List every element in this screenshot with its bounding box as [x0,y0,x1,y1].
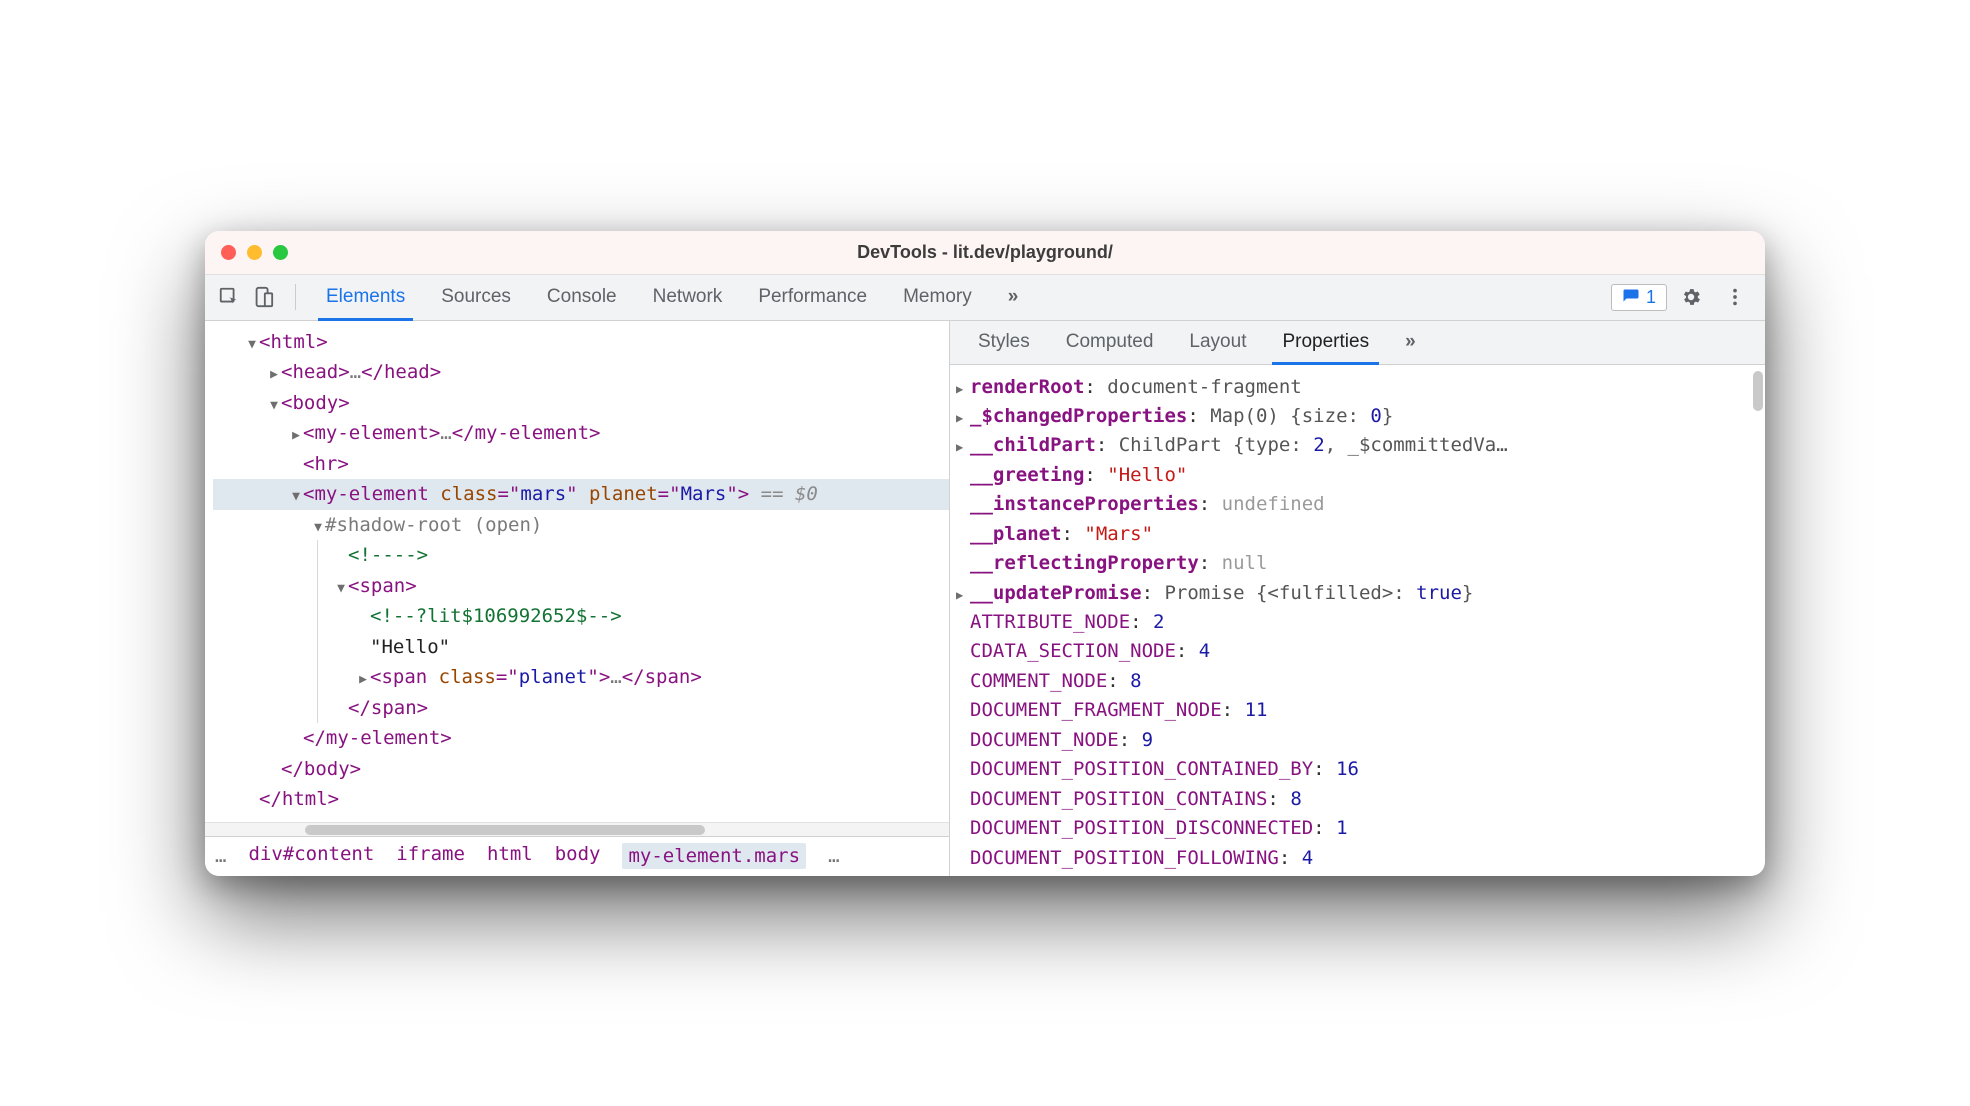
sidebar-tab-computed[interactable]: Computed [1048,321,1172,364]
property-row[interactable]: __instanceProperties: undefined [956,490,1755,519]
property-row[interactable]: ▶_$changedProperties: Map(0) {size: 0} [956,402,1755,431]
dom-node[interactable]: "Hello" [317,632,949,663]
minimize-button[interactable] [247,245,262,260]
breadcrumb-item[interactable]: div#content [248,843,374,869]
sidebar-tab-styles[interactable]: Styles [960,321,1048,364]
expand-arrow-icon[interactable]: ▶ [956,409,970,428]
breadcrumb-item[interactable]: my-element.mars [622,843,806,869]
kebab-menu-icon[interactable] [1721,283,1749,311]
expand-arrow-icon[interactable]: ▼ [311,518,325,538]
breadcrumb: … div#content iframe html body my-element.ma… [205,836,949,876]
main-toolbar: ElementsSourcesConsoleNetworkPerformance… [205,275,1765,321]
main-tabs: ElementsSourcesConsoleNetworkPerformance… [308,275,990,320]
traffic-lights [221,245,288,260]
expand-arrow-icon[interactable]: ▶ [956,438,970,457]
expand-arrow-icon[interactable]: ▼ [334,579,348,599]
sidebar-tab-layout[interactable]: Layout [1171,321,1264,364]
device-toolbar-icon[interactable] [249,283,277,311]
horizontal-scrollbar[interactable] [205,822,949,836]
titlebar: DevTools - lit.dev/playground/ [205,231,1765,275]
breadcrumb-item[interactable]: html [487,843,533,869]
expand-arrow-icon[interactable]: ▶ [267,365,281,385]
dom-node[interactable]: </html> [213,784,949,815]
property-row[interactable]: DOCUMENT_POSITION_CONTAINED_BY: 16 [956,755,1755,784]
property-row[interactable]: DOCUMENT_POSITION_FOLLOWING: 4 [956,844,1755,873]
property-row[interactable]: __reflectingProperty: null [956,549,1755,578]
close-button[interactable] [221,245,236,260]
dom-node[interactable]: ▶<my-element>…</my-element> [213,418,949,449]
property-row[interactable]: ▶renderRoot: document-fragment [956,373,1755,402]
expand-arrow-icon[interactable]: ▼ [267,396,281,416]
expand-arrow-icon[interactable]: ▶ [956,586,970,605]
property-row[interactable]: DOCUMENT_POSITION_DISCONNECTED: 1 [956,814,1755,843]
dom-node[interactable]: ▼<html> [213,327,949,358]
dom-node[interactable]: <hr> [213,449,949,480]
issues-badge[interactable]: 1 [1611,284,1667,311]
property-row[interactable]: __greeting: "Hello" [956,461,1755,490]
dom-node[interactable]: ▼#shadow-root (open) [213,510,949,541]
main-tab-memory[interactable]: Memory [885,275,990,320]
panes: ▼<html>▶<head>…</head>▼<body>▶<my-elemen… [205,321,1765,876]
inspect-icon[interactable] [215,283,243,311]
property-row[interactable]: DOCUMENT_FRAGMENT_NODE: 11 [956,696,1755,725]
dom-tree[interactable]: ▼<html>▶<head>…</head>▼<body>▶<my-elemen… [205,321,949,822]
property-row[interactable]: __planet: "Mars" [956,520,1755,549]
property-row[interactable]: DOCUMENT_NODE: 9 [956,726,1755,755]
property-row[interactable]: ▶__updatePromise: Promise {<fulfilled>: … [956,579,1755,608]
window-title: DevTools - lit.dev/playground/ [857,242,1113,263]
breadcrumb-item[interactable]: body [555,843,601,869]
sidebar-tabs: StylesComputedLayoutProperties» [950,321,1765,365]
more-tabs-chevron[interactable]: » [990,275,1037,320]
breadcrumb-overflow-left[interactable]: … [215,845,226,867]
scrollbar-thumb[interactable] [305,825,705,835]
expand-arrow-icon[interactable]: ▶ [289,426,303,446]
dom-node[interactable]: ▼<body> [213,388,949,419]
issues-count: 1 [1646,287,1656,308]
dom-node[interactable]: </body> [213,754,949,785]
elements-pane: ▼<html>▶<head>…</head>▼<body>▶<my-elemen… [205,321,950,876]
property-row[interactable]: ATTRIBUTE_NODE: 2 [956,608,1755,637]
expand-arrow-icon[interactable]: ▶ [356,670,370,690]
dom-node[interactable]: </span> [317,693,949,724]
sidebar-tab-properties[interactable]: Properties [1264,321,1387,364]
devtools-window: DevTools - lit.dev/playground/ ElementsS… [205,231,1765,876]
dom-node[interactable]: ▼<my-element class="mars" planet="Mars">… [213,479,949,510]
property-row[interactable]: DOCUMENT_POSITION_CONTAINS: 8 [956,785,1755,814]
properties-panel[interactable]: ▶renderRoot: document-fragment▶_$changed… [950,365,1765,876]
main-tab-performance[interactable]: Performance [740,275,885,320]
dom-node[interactable]: <!----> [317,540,949,571]
sidebar-tabs-more[interactable]: » [1387,321,1434,364]
expand-arrow-icon[interactable]: ▼ [245,335,259,355]
expand-arrow-icon[interactable]: ▼ [289,487,303,507]
property-row[interactable]: ▶__childPart: ChildPart {type: 2, _$comm… [956,431,1755,460]
main-tab-network[interactable]: Network [635,275,741,320]
gear-icon[interactable] [1677,283,1705,311]
dom-node[interactable]: <!--?lit$106992652$--> [317,601,949,632]
main-tab-elements[interactable]: Elements [308,275,423,320]
vertical-scrollbar-thumb[interactable] [1753,371,1763,411]
breadcrumb-overflow-right[interactable]: … [828,845,839,867]
zoom-button[interactable] [273,245,288,260]
property-row[interactable]: COMMENT_NODE: 8 [956,667,1755,696]
dom-node[interactable]: </my-element> [213,723,949,754]
sidebar-pane: StylesComputedLayoutProperties» ▶renderR… [950,321,1765,876]
dom-node[interactable]: ▼<span> [317,571,949,602]
main-tab-sources[interactable]: Sources [423,275,529,320]
dom-node[interactable]: ▶<head>…</head> [213,357,949,388]
expand-arrow-icon[interactable]: ▶ [956,380,970,399]
breadcrumb-item[interactable]: iframe [396,843,465,869]
main-tab-console[interactable]: Console [529,275,635,320]
property-row[interactable]: CDATA_SECTION_NODE: 4 [956,637,1755,666]
dom-node[interactable]: ▶<span class="planet">…</span> [317,662,949,693]
toolbar-divider [295,284,296,310]
